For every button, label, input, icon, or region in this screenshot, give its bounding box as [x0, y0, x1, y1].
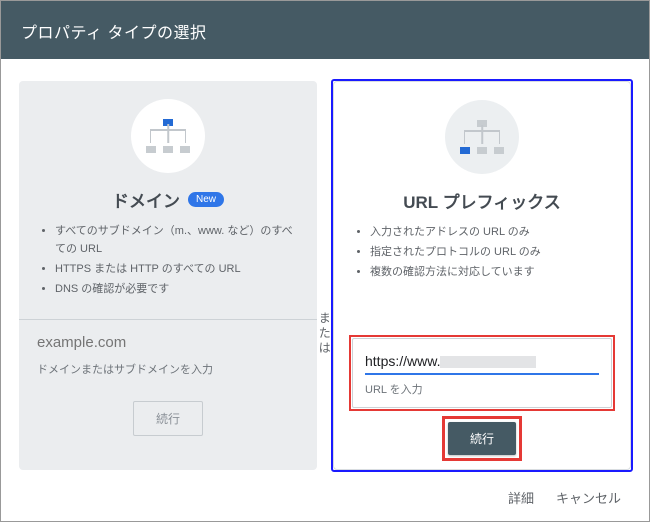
domain-input[interactable]: [37, 330, 299, 355]
card-url-prefix-title: URL プレフィックス: [403, 188, 561, 213]
url-continue-button[interactable]: 続行: [448, 422, 516, 455]
cancel-link[interactable]: キャンセル: [556, 488, 621, 507]
dialog-title: プロパティ タイプの選択: [1, 1, 649, 59]
list-item: 入力されたアドレスの URL のみ: [370, 223, 612, 241]
card-url-prefix[interactable]: URL プレフィックス 入力されたアドレスの URL のみ 指定されたプロトコル…: [333, 81, 631, 470]
divider-label: または: [316, 311, 334, 356]
url-input[interactable]: https://www.: [365, 349, 599, 375]
url-input-block: https://www. URL を入力: [352, 338, 612, 408]
details-link[interactable]: 詳細: [508, 488, 534, 507]
domain-bullets: すべてのサブドメイン（m.、www. など）のすべての URL HTTPS また…: [37, 222, 299, 301]
sitemap-icon: [131, 99, 205, 173]
new-badge: New: [188, 192, 224, 207]
url-input-value-visible: https://www.: [365, 353, 440, 369]
list-item: 指定されたプロトコルの URL のみ: [370, 243, 612, 261]
dialog-body: ドメイン New すべてのサブドメイン（m.、www. など）のすべての URL…: [1, 59, 649, 478]
url-input-caption: URL を入力: [365, 381, 599, 397]
url-input-value-redacted: [440, 356, 536, 368]
list-item: 複数の確認方法に対応しています: [370, 263, 612, 281]
list-item: すべてのサブドメイン（m.、www. など）のすべての URL: [55, 222, 299, 258]
sitemap-icon: [445, 100, 519, 174]
list-item: DNS の確認が必要です: [55, 280, 299, 298]
list-item: HTTPS または HTTP のすべての URL: [55, 260, 299, 278]
domain-input-block: ドメインまたはサブドメインを入力: [19, 319, 317, 387]
url-prefix-bullets: 入力されたアドレスの URL のみ 指定されたプロトコルの URL のみ 複数の…: [352, 223, 612, 283]
card-domain-title: ドメイン: [112, 187, 180, 212]
domain-input-caption: ドメインまたはサブドメインを入力: [37, 361, 299, 377]
domain-continue-button: 続行: [133, 401, 203, 436]
card-domain[interactable]: ドメイン New すべてのサブドメイン（m.、www. など）のすべての URL…: [19, 81, 317, 470]
dialog-footer: 詳細 キャンセル: [1, 478, 649, 521]
